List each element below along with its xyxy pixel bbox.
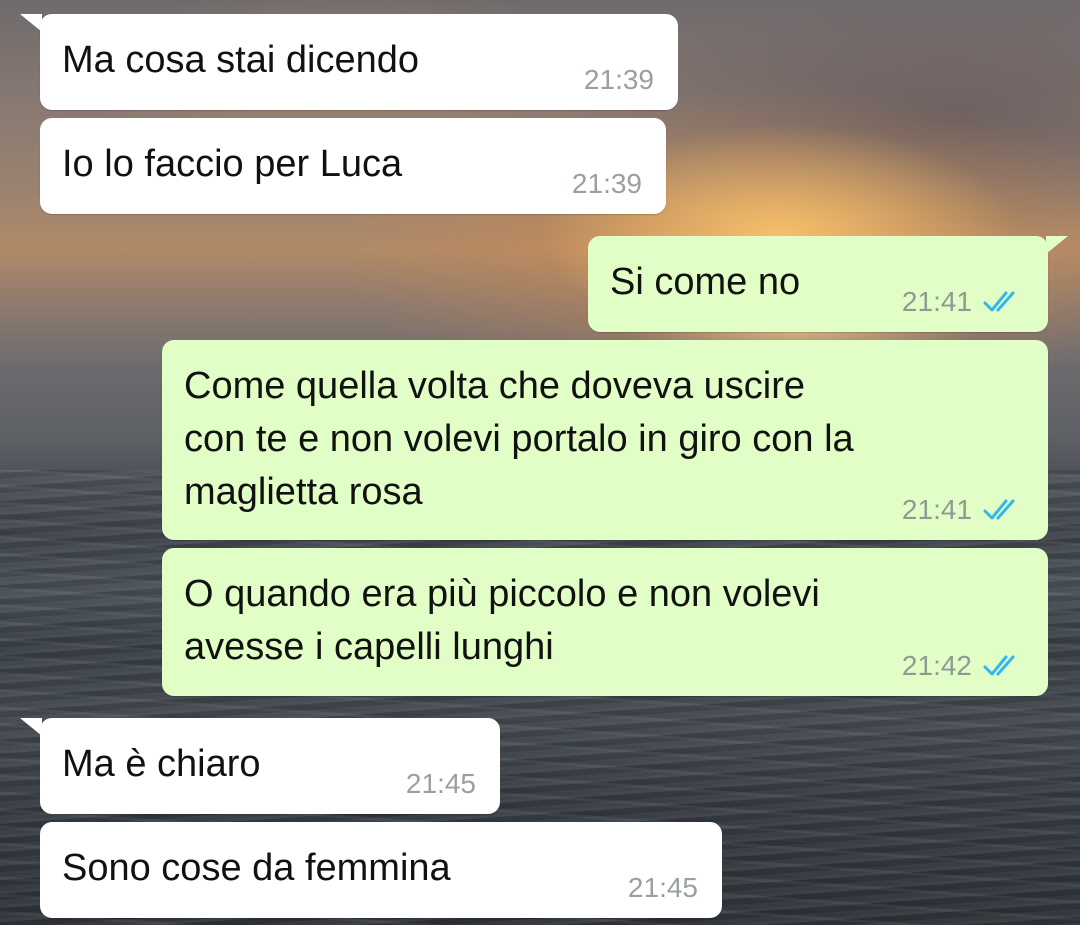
message-text: Si come no xyxy=(610,261,801,303)
message-bubble-outgoing[interactable]: Come quella volta che doveva uscire con … xyxy=(162,340,1048,540)
message-text: O quando era più piccolo e non volevi av… xyxy=(184,573,820,668)
message-bubble-incoming[interactable]: Ma cosa stai dicendo 21:39 xyxy=(40,14,678,110)
message-timestamp: 21:45 xyxy=(627,872,698,903)
message-bubble-outgoing[interactable]: Si come no 21:41 xyxy=(588,236,1048,332)
message-meta: 21:41 xyxy=(902,286,1024,318)
outgoing-bubble-tail xyxy=(1046,236,1068,254)
message-text: Ma cosa stai dicendo xyxy=(62,39,419,81)
message-meta: 21:41 xyxy=(902,494,1024,526)
message-text: Sono cose da femmina xyxy=(62,847,451,889)
message-text: Come quella volta che doveva uscire con … xyxy=(184,365,854,513)
message-meta: 21:45 xyxy=(406,768,476,800)
incoming-bubble-tail xyxy=(20,718,42,736)
message-timestamp: 21:39 xyxy=(571,168,642,199)
message-timestamp: 21:41 xyxy=(901,494,972,525)
message-timestamp: 21:45 xyxy=(405,768,476,799)
message-meta: 21:42 xyxy=(902,650,1024,682)
message-timestamp: 21:39 xyxy=(583,64,654,95)
message-text: Io lo faccio per Luca xyxy=(62,143,403,185)
message-bubble-incoming[interactable]: Ma è chiaro 21:45 xyxy=(40,718,500,814)
message-bubble-incoming[interactable]: Sono cose da femmina 21:45 xyxy=(40,822,722,918)
message-bubble-outgoing[interactable]: O quando era più piccolo e non volevi av… xyxy=(162,548,1048,696)
read-double-check-icon xyxy=(983,655,1015,676)
message-meta: 21:39 xyxy=(572,168,642,200)
read-double-check-icon xyxy=(983,291,1015,312)
message-meta: 21:45 xyxy=(628,872,698,904)
incoming-bubble-tail xyxy=(20,14,42,32)
read-double-check-icon xyxy=(983,499,1015,520)
message-timestamp: 21:41 xyxy=(901,286,972,317)
message-timestamp: 21:42 xyxy=(901,650,972,681)
message-bubble-incoming[interactable]: Io lo faccio per Luca 21:39 xyxy=(40,118,666,214)
message-meta: 21:39 xyxy=(584,64,654,96)
message-text: Ma è chiaro xyxy=(62,743,261,785)
